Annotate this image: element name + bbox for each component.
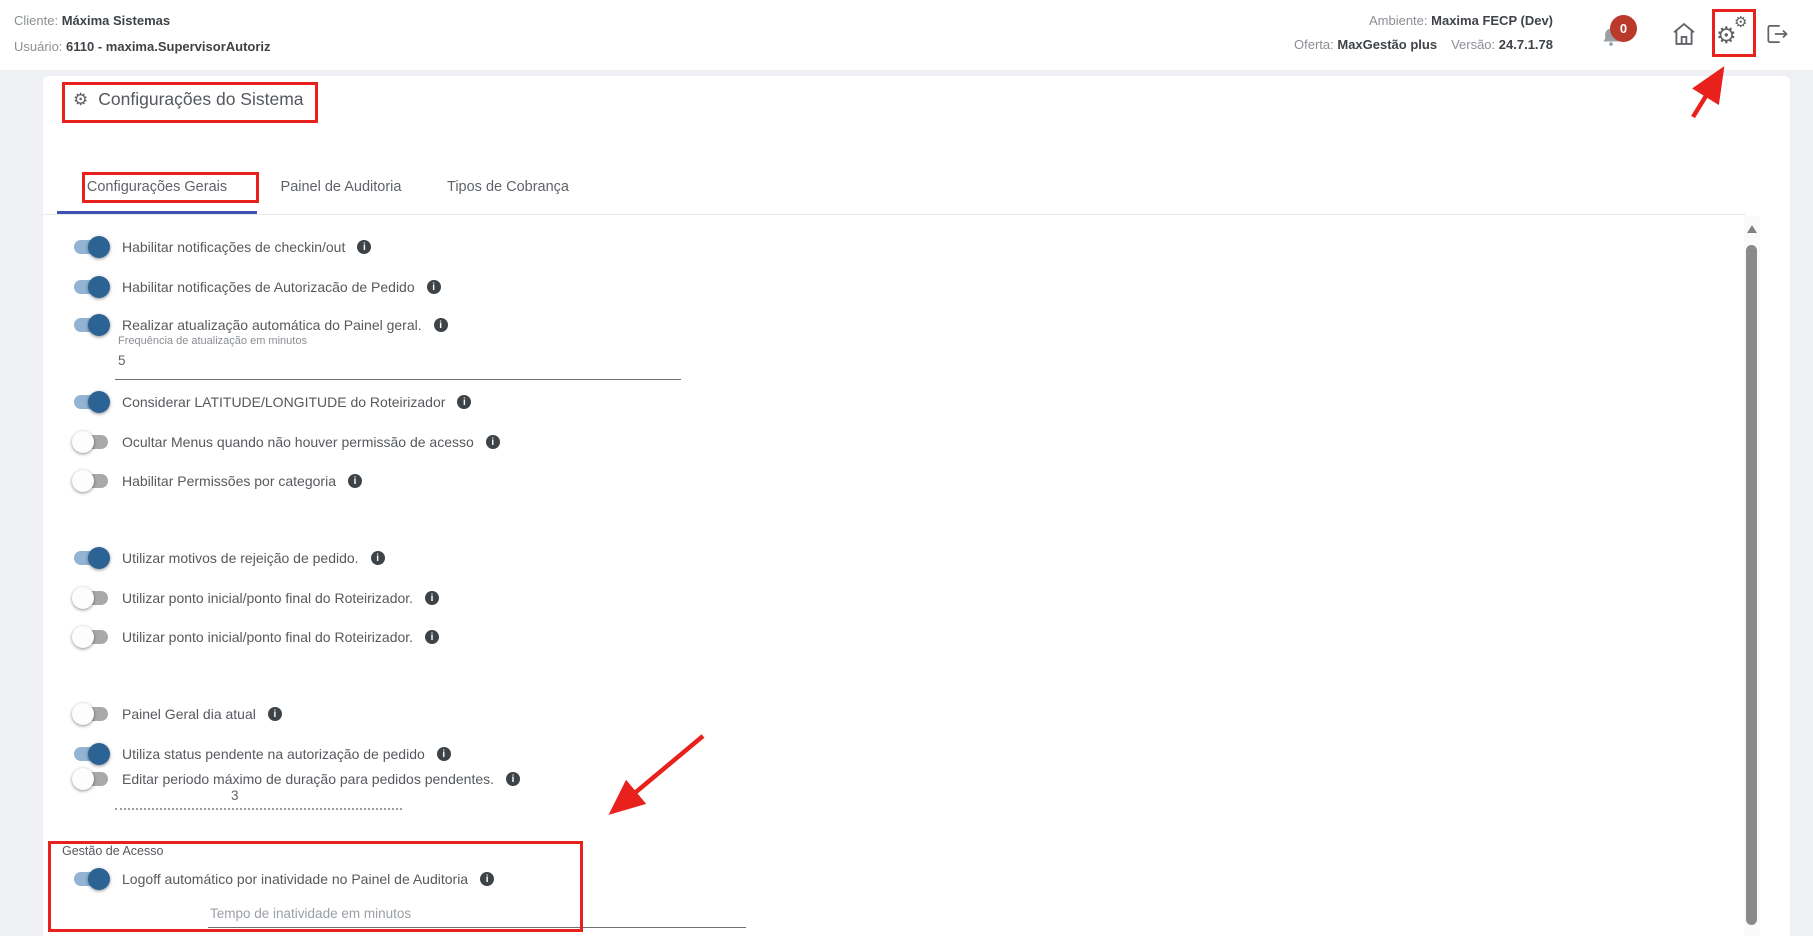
info-icon[interactable]: i <box>426 280 441 294</box>
frequency-field-underline[interactable] <box>115 379 681 380</box>
toggle-switch[interactable] <box>72 390 110 414</box>
setting-row: Utilizar motivos de rejeição de pedido. … <box>72 544 385 572</box>
setting-label: Utilizar motivos de rejeição de pedido. <box>122 550 359 566</box>
environment-line: Ambiente: Maxima FECP (Dev) <box>1368 13 1553 28</box>
title-gear-icon: ⚙ <box>73 89 89 109</box>
info-icon[interactable]: i <box>357 240 372 254</box>
inactivity-field-underline[interactable] <box>208 927 746 928</box>
toggle-switch[interactable] <box>72 586 110 610</box>
setting-row: Habilitar notificações de checkin/out i <box>72 233 372 261</box>
toggle-switch[interactable] <box>72 767 110 791</box>
pending-days-underline[interactable] <box>115 808 402 810</box>
toggle-switch[interactable] <box>72 742 110 766</box>
toggle-switch[interactable] <box>72 235 110 259</box>
setting-label: Habilitar notificações de Autorizacão de… <box>122 279 415 295</box>
toggle-switch[interactable] <box>72 625 110 649</box>
info-icon[interactable]: i <box>480 872 495 886</box>
setting-row: Habilitar Permissões por categoria i <box>72 467 362 495</box>
client-info: Cliente: Máxima Sistemas <box>14 13 171 28</box>
settings-gears-icon[interactable]: ⚙ ⚙ <box>1714 12 1754 54</box>
environment-info: Ambiente: Maxima FECP (Dev) Oferta: MaxG… <box>1294 0 1553 52</box>
tab-tipos-de-cobranca[interactable]: Tipos de Cobrança <box>433 171 583 203</box>
setting-row: Utilizar ponto inicial/ponto final do Ro… <box>72 623 440 651</box>
home-icon[interactable] <box>1670 20 1698 48</box>
setting-label: Ocultar Menus quando não houver permissã… <box>122 434 474 450</box>
toggle-switch[interactable] <box>72 546 110 570</box>
setting-row: Utiliza status pendente na autorização d… <box>72 740 451 768</box>
toggle-switch[interactable] <box>72 275 110 299</box>
info-icon[interactable]: i <box>347 474 362 488</box>
tab-configuracoes-gerais[interactable]: Configurações Gerais <box>57 171 257 203</box>
setting-label: Realizar atualização automática do Paine… <box>122 317 422 333</box>
info-icon[interactable]: i <box>485 435 500 449</box>
info-icon[interactable]: i <box>506 772 521 786</box>
setting-label: Habilitar Permissões por categoria <box>122 473 336 489</box>
setting-label: Logoff automático por inatividade no Pai… <box>122 871 469 887</box>
setting-row: Logoff automático por inatividade no Pai… <box>72 865 495 893</box>
logout-icon[interactable] <box>1764 21 1790 47</box>
setting-row: Utilizar ponto inicial/ponto final do Ro… <box>72 584 440 612</box>
setting-label: Utiliza status pendente na autorização d… <box>122 746 425 762</box>
toggle-switch[interactable] <box>72 430 110 454</box>
frequency-field-label: Frequência de atualização em minutos <box>118 335 307 347</box>
vertical-scrollbar[interactable] <box>1744 216 1760 936</box>
frequency-field-value[interactable]: 5 <box>118 353 126 368</box>
info-icon[interactable]: i <box>370 551 385 565</box>
tab-painel-de-auditoria[interactable]: Painel de Auditoria <box>266 171 416 203</box>
tabs-bottom-border <box>43 214 1746 215</box>
toggle-switch[interactable] <box>72 702 110 726</box>
info-icon[interactable]: i <box>425 630 440 644</box>
info-icon[interactable]: i <box>425 591 440 605</box>
setting-label: Habilitar notificações de checkin/out <box>122 239 346 255</box>
setting-label: Considerar LATITUDE/LONGITUDE do Roteiri… <box>122 394 446 410</box>
setting-row: Editar periodo máximo de duração para pe… <box>72 765 521 793</box>
access-section-title: Gestão de Acesso <box>62 844 164 858</box>
toggle-switch[interactable] <box>72 313 110 337</box>
inactivity-field-placeholder[interactable]: Tempo de inatividade em minutos <box>210 906 411 921</box>
user-value: 6110 - maxima.SupervisorAutoriz <box>66 39 271 54</box>
setting-label: Editar periodo máximo de duração para pe… <box>122 771 495 787</box>
notification-badge[interactable]: 0 <box>1610 15 1637 42</box>
info-icon[interactable]: i <box>457 395 472 409</box>
settings-card: ⚙ Configurações do Sistema Configurações… <box>43 76 1790 936</box>
offer-version-line: Oferta: MaxGestão plus Versão: 24.7.1.78 <box>1293 37 1553 52</box>
setting-row: Ocultar Menus quando não houver permissã… <box>72 428 500 456</box>
scrollbar-thumb[interactable] <box>1746 245 1757 925</box>
setting-row: Considerar LATITUDE/LONGITUDE do Roteiri… <box>72 388 472 416</box>
setting-label: Painel Geral dia atual <box>122 706 256 722</box>
top-header: Cliente: Máxima Sistemas Usuário: 6110 -… <box>0 0 1813 70</box>
page-title-text: Configurações do Sistema <box>98 89 304 109</box>
user-info: Usuário: 6110 - maxima.SupervisorAutoriz <box>14 39 271 54</box>
pending-days-value[interactable]: 3 <box>231 788 239 803</box>
setting-label: Utilizar ponto inicial/ponto final do Ro… <box>122 629 414 645</box>
toggle-switch[interactable] <box>72 469 110 493</box>
info-icon[interactable]: i <box>436 747 451 761</box>
client-value: Máxima Sistemas <box>61 13 171 28</box>
setting-row: Painel Geral dia atual i <box>72 700 282 728</box>
info-icon[interactable]: i <box>433 318 448 332</box>
setting-label: Utilizar ponto inicial/ponto final do Ro… <box>122 590 414 606</box>
gear-small-glyph: ⚙ <box>1734 14 1748 31</box>
page-title: ⚙ Configurações do Sistema <box>73 89 304 110</box>
toggle-switch[interactable] <box>72 867 110 891</box>
scrollbar-up-arrow-icon[interactable] <box>1747 225 1757 233</box>
info-icon[interactable]: i <box>267 707 282 721</box>
setting-row: Habilitar notificações de Autorizacão de… <box>72 273 441 301</box>
